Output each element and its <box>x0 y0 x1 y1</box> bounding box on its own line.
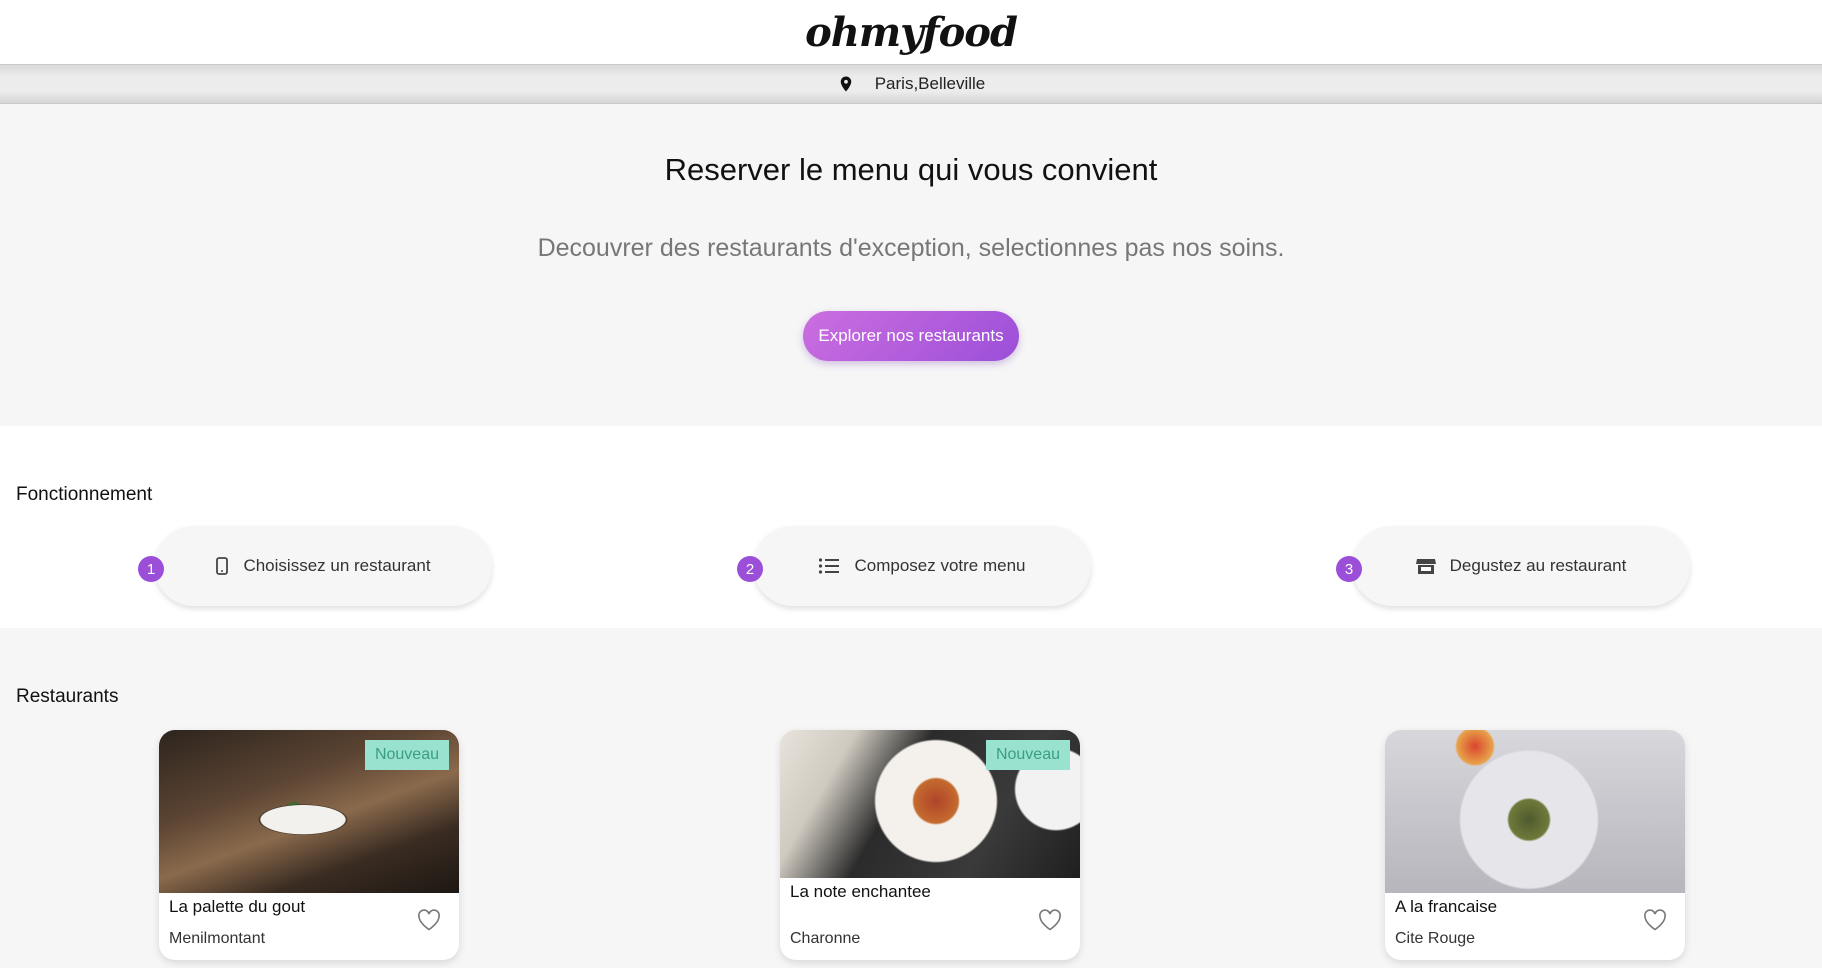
step-number: 2 <box>737 556 763 582</box>
restaurants-section: Restaurants Nouveau La palette du gout M… <box>0 628 1822 968</box>
restaurant-card-1[interactable]: Nouveau La palette du gout Menilmontant <box>159 730 459 960</box>
site-header: ohmyfood <box>0 0 1822 64</box>
restaurant-photo[interactable]: Nouveau <box>159 730 459 893</box>
new-badge: Nouveau <box>364 740 449 770</box>
list-icon <box>819 558 840 574</box>
explore-restaurants-button[interactable]: Explorer nos restaurants <box>803 311 1019 361</box>
restaurant-photo[interactable]: Nouveau <box>780 730 1080 878</box>
location-bar: Paris,Belleville <box>0 64 1822 104</box>
restaurant-name: A la francaise <box>1395 897 1498 916</box>
step-number: 1 <box>138 556 164 582</box>
restaurant-photo[interactable] <box>1385 730 1685 893</box>
hero-title: Reserver le menu qui vous convient <box>664 152 1158 187</box>
steps-row: 1 Choisissez un restaurant 2 Composez vo… <box>16 506 1806 606</box>
new-badge: Nouveau <box>985 740 1070 770</box>
restaurant-card-2[interactable]: Nouveau La note enchantee Charonne <box>780 730 1080 960</box>
restaurant-name: La note enchantee <box>790 882 931 901</box>
step-card-2[interactable]: 2 Composez votre menu <box>737 526 1091 606</box>
step-label: Degustez au restaurant <box>1449 556 1627 575</box>
how-it-works-title: Fonctionnement <box>16 484 153 505</box>
map-pin-icon <box>840 76 851 92</box>
heart-icon[interactable] <box>1038 909 1062 931</box>
restaurant-card-3[interactable]: A la francaise Cite Rouge <box>1385 730 1685 960</box>
heart-icon[interactable] <box>1643 909 1667 931</box>
restaurant-area: Charonne <box>790 930 861 947</box>
restaurant-name: La palette du gout <box>169 897 306 916</box>
mobile-phone-icon <box>216 557 229 575</box>
hero-subtitle: Decouvrer des restaurants d'exception, s… <box>537 234 1285 262</box>
how-it-works-section: Fonctionnement 1 Choisissez un restauran… <box>0 426 1822 628</box>
step-card-1[interactable]: 1 Choisissez un restaurant <box>138 526 492 606</box>
location-text: Paris,Belleville <box>874 74 986 93</box>
heart-icon[interactable] <box>417 909 441 931</box>
step-label: Composez votre menu <box>854 556 1026 575</box>
step-number: 3 <box>1336 556 1362 582</box>
step-card-3[interactable]: 3 Degustez au restaurant <box>1336 526 1690 606</box>
restaurant-area: Menilmontant <box>169 930 266 947</box>
restaurant-area: Cite Rouge <box>1395 930 1476 947</box>
step-label: Choisissez un restaurant <box>243 556 431 575</box>
logo[interactable]: ohmyfood <box>805 9 1018 56</box>
restaurants-title: Restaurants <box>16 686 119 707</box>
hero-section: Reserver le menu qui vous convient Decou… <box>0 104 1822 426</box>
store-icon <box>1415 559 1436 574</box>
